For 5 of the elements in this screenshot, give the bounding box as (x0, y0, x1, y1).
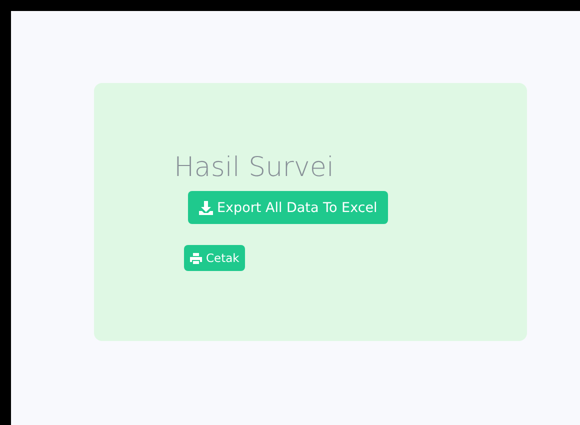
print-button[interactable]: Cetak (184, 245, 246, 271)
export-button[interactable]: Export All Data To Excel (188, 191, 388, 224)
printer-icon (190, 252, 202, 264)
download-icon (199, 200, 213, 214)
page-title: Hasil Survei (174, 151, 335, 185)
